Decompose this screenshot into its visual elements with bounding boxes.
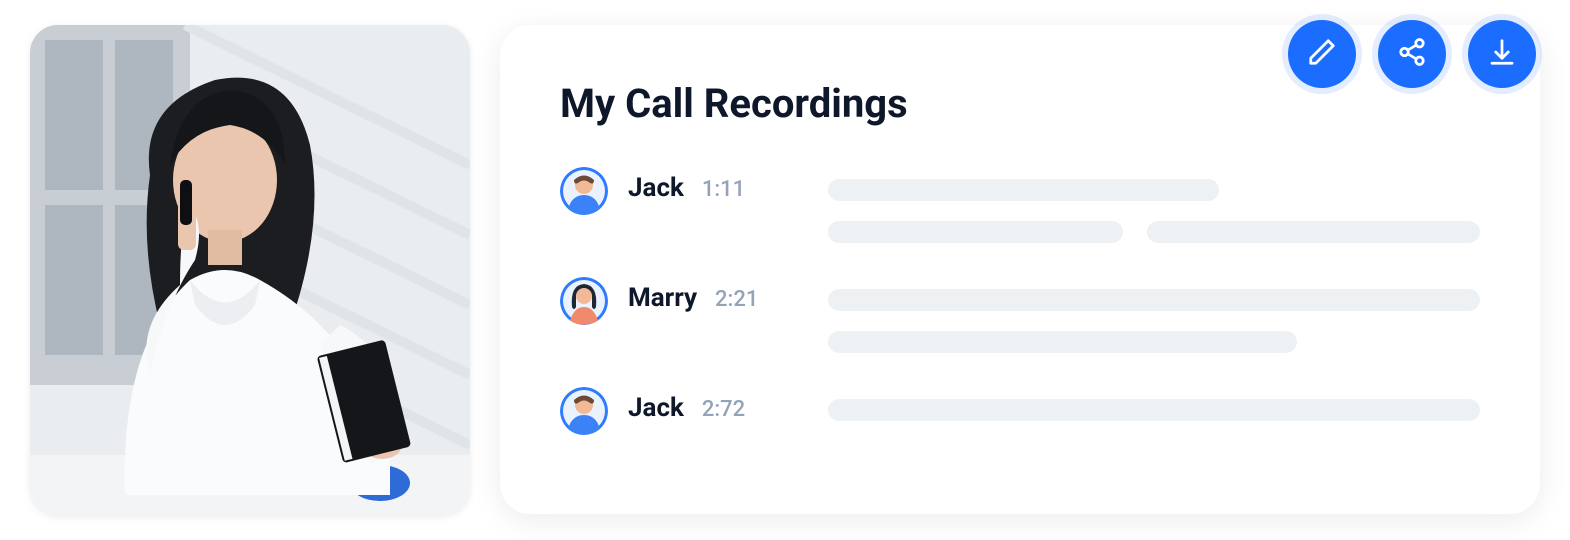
recording-transcript-placeholder [828,277,1480,353]
recording-time: 2:21 [715,287,758,312]
pencil-icon [1307,37,1337,71]
profile-photo [30,25,470,515]
recording-row[interactable]: Jack 2:72 [560,387,1480,435]
recording-transcript-placeholder [828,387,1480,421]
edit-button[interactable] [1288,20,1356,88]
action-toolbar [1288,20,1536,88]
share-icon [1397,37,1427,71]
recording-transcript-placeholder [828,167,1480,243]
recording-time: 2:72 [702,397,745,422]
recordings-panel: My Call Recordings Jack 1:11 [500,25,1540,514]
download-icon [1487,37,1517,71]
recording-time: 1:11 [702,177,745,202]
share-button[interactable] [1378,20,1446,88]
avatar [560,167,608,215]
recording-name: Jack [628,173,684,203]
avatar [560,387,608,435]
avatar [560,277,608,325]
recording-row[interactable]: Marry 2:21 [560,277,1480,353]
download-button[interactable] [1468,20,1536,88]
recording-name: Marry [628,283,697,313]
recording-name: Jack [628,393,684,423]
recording-row[interactable]: Jack 1:11 [560,167,1480,243]
